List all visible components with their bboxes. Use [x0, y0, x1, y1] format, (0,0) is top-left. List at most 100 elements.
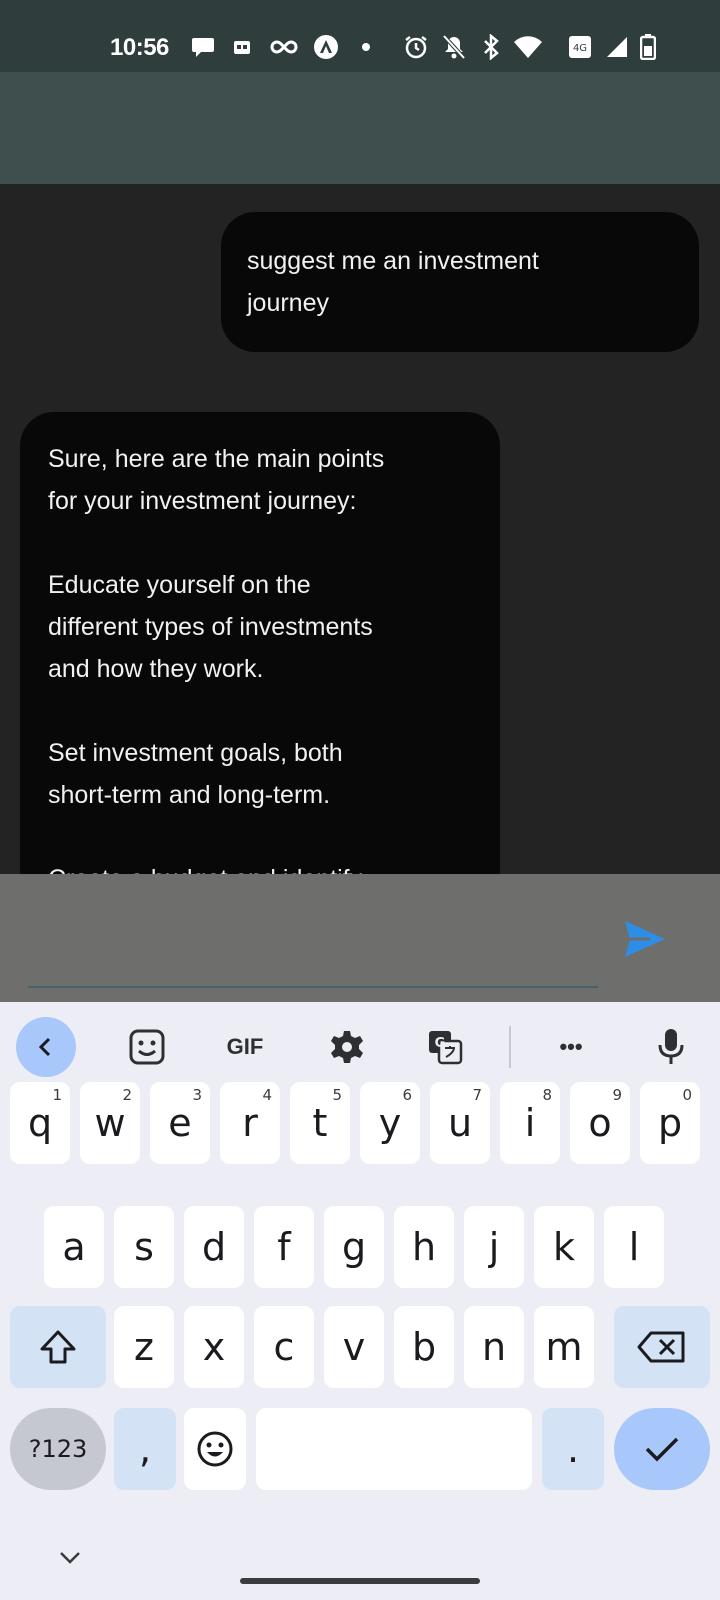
key-q[interactable]: q1 — [10, 1082, 70, 1164]
key-hint: 0 — [682, 1086, 692, 1104]
key-hint: 9 — [612, 1086, 622, 1104]
key-o[interactable]: o9 — [570, 1082, 630, 1164]
sticker-icon — [129, 1029, 165, 1065]
send-icon — [625, 921, 665, 957]
backspace-icon — [637, 1331, 685, 1363]
input-underline — [28, 986, 598, 988]
emoji-icon — [197, 1431, 233, 1467]
keyboard-back-button[interactable] — [16, 1017, 76, 1077]
keyboard-toolbar: GIF G ••• — [0, 1002, 720, 1092]
key-e[interactable]: e3 — [150, 1082, 210, 1164]
key-label: w — [94, 1101, 126, 1145]
period-key[interactable]: . — [542, 1408, 604, 1490]
svg-text:G: G — [435, 1036, 446, 1051]
key-label: o — [588, 1101, 612, 1145]
chat-area[interactable]: suggest me an investment journey Sure, h… — [0, 184, 720, 874]
sticker-button[interactable] — [116, 1016, 178, 1078]
key-g[interactable]: g — [324, 1206, 384, 1288]
key-w[interactable]: w2 — [80, 1082, 140, 1164]
key-hint: 2 — [122, 1086, 132, 1104]
home-indicator[interactable] — [240, 1578, 480, 1584]
key-a[interactable]: a — [44, 1206, 104, 1288]
key-label: t — [312, 1101, 328, 1145]
key-v[interactable]: v — [324, 1306, 384, 1388]
key-n[interactable]: n — [464, 1306, 524, 1388]
key-y[interactable]: y6 — [360, 1082, 420, 1164]
key-label: q — [27, 1101, 53, 1145]
key-u[interactable]: u7 — [430, 1082, 490, 1164]
voice-input-button[interactable] — [640, 1016, 702, 1078]
gif-button[interactable]: GIF — [214, 1016, 276, 1078]
key-hint: 6 — [402, 1086, 412, 1104]
key-j[interactable]: j — [464, 1206, 524, 1288]
checkmark-icon — [645, 1437, 679, 1462]
app-bar — [0, 72, 720, 184]
key-label: i — [524, 1101, 536, 1145]
shift-icon — [40, 1330, 76, 1364]
send-button[interactable] — [618, 912, 672, 966]
message-input[interactable] — [28, 894, 598, 964]
toolbar-divider — [509, 1026, 511, 1068]
chat-bubble-icon — [190, 34, 216, 60]
bluetooth-icon — [480, 34, 502, 60]
key-hint: 4 — [262, 1086, 272, 1104]
status-bar: 10:56 4G — [0, 0, 720, 72]
key-hint: 1 — [52, 1086, 62, 1104]
message-input-bar — [0, 874, 720, 1002]
emoji-key[interactable] — [184, 1408, 246, 1490]
key-hint: 5 — [332, 1086, 342, 1104]
key-x[interactable]: x — [184, 1306, 244, 1388]
key-b[interactable]: b — [394, 1306, 454, 1388]
key-m[interactable]: m — [534, 1306, 594, 1388]
key-t[interactable]: t5 — [290, 1082, 350, 1164]
bot-message-bubble: Sure, here are the main points for your … — [20, 412, 500, 874]
comma-key[interactable]: , — [114, 1408, 176, 1490]
screen: 10:56 4G suggest me an investment journe… — [0, 0, 720, 1600]
translate-icon: G — [429, 1031, 463, 1065]
dot-icon — [360, 34, 372, 60]
symbols-key[interactable]: ?123 — [10, 1408, 106, 1490]
key-k[interactable]: k — [534, 1206, 594, 1288]
microphone-icon — [658, 1029, 684, 1064]
key-c[interactable]: c — [254, 1306, 314, 1388]
keyboard-collapse-button[interactable] — [52, 1540, 88, 1576]
key-f[interactable]: f — [254, 1206, 314, 1288]
key-label: u — [447, 1101, 473, 1145]
key-i[interactable]: i8 — [500, 1082, 560, 1164]
translate-button[interactable]: G — [414, 1016, 476, 1078]
gear-icon — [331, 1031, 363, 1063]
key-r[interactable]: r4 — [220, 1082, 280, 1164]
more-options-button[interactable]: ••• — [540, 1016, 602, 1078]
space-key[interactable] — [256, 1408, 532, 1490]
signal-icon — [604, 34, 630, 60]
svg-text:4G: 4G — [573, 43, 587, 54]
key-hint: 8 — [542, 1086, 552, 1104]
key-label: e — [168, 1101, 192, 1145]
enter-key[interactable] — [614, 1408, 710, 1490]
key-label: r — [242, 1101, 258, 1145]
backspace-key[interactable] — [614, 1306, 710, 1388]
settings-button[interactable] — [316, 1016, 378, 1078]
status-time: 10:56 — [110, 34, 169, 61]
alarm-icon — [402, 34, 430, 60]
key-l[interactable]: l — [604, 1206, 664, 1288]
image-icon — [232, 34, 252, 60]
key-h[interactable]: h — [394, 1206, 454, 1288]
key-d[interactable]: d — [184, 1206, 244, 1288]
key-z[interactable]: z — [114, 1306, 174, 1388]
key-label: y — [378, 1101, 402, 1145]
bell-off-icon — [440, 34, 468, 60]
key-p[interactable]: p0 — [640, 1082, 700, 1164]
infinity-icon — [268, 34, 300, 60]
accessibility-icon — [312, 34, 340, 60]
shift-key[interactable] — [10, 1306, 106, 1388]
wifi-icon — [512, 34, 544, 60]
key-s[interactable]: s — [114, 1206, 174, 1288]
data-icon: 4G — [566, 34, 594, 60]
chevron-left-icon — [38, 1037, 51, 1057]
key-label: p — [657, 1101, 683, 1145]
chevron-down-icon — [60, 1552, 80, 1564]
battery-icon — [638, 34, 658, 60]
key-hint: 7 — [472, 1086, 482, 1104]
key-hint: 3 — [192, 1086, 202, 1104]
